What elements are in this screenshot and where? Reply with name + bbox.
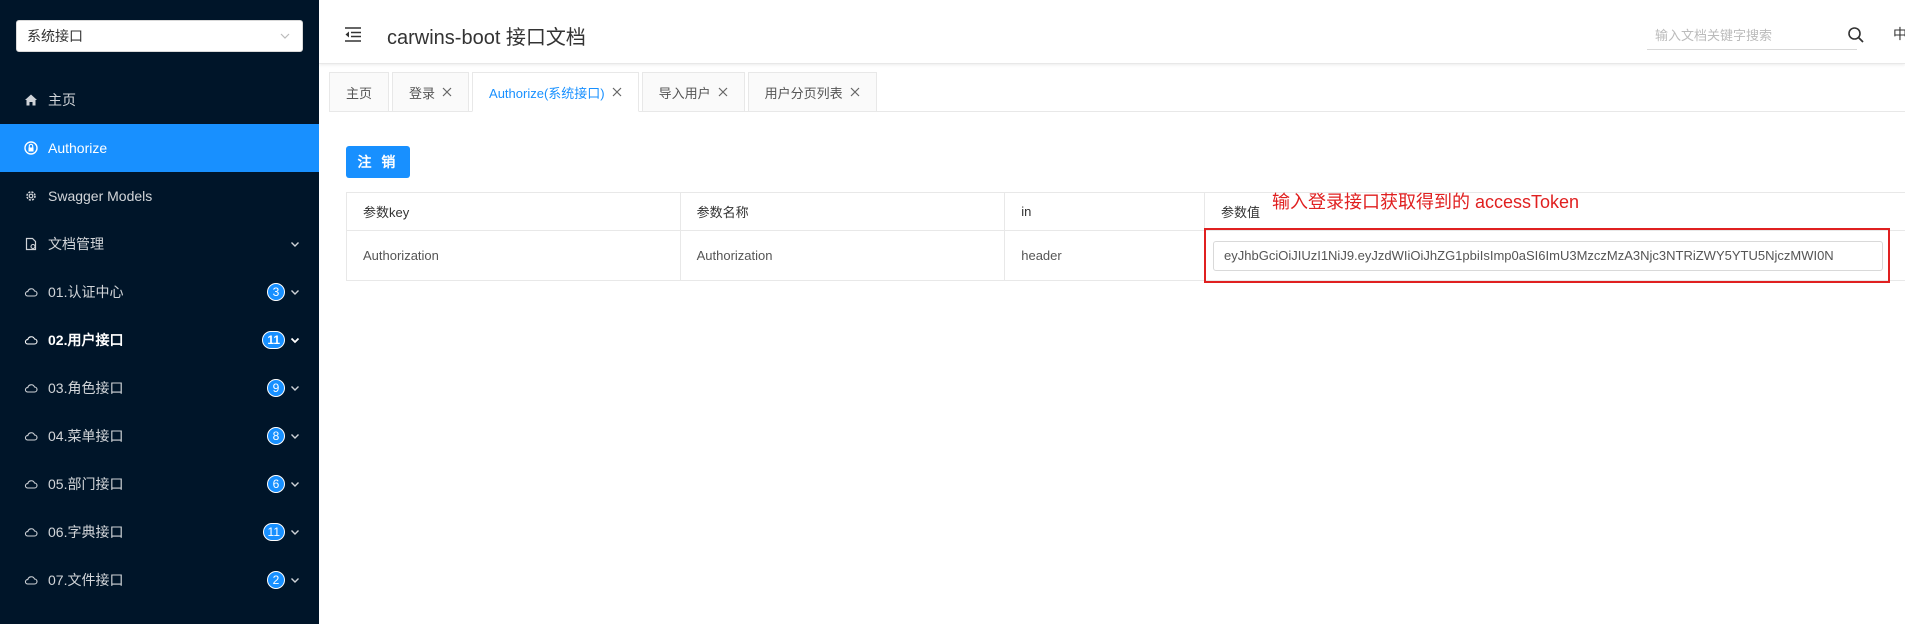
sidebar-item-label: 01.认证中心 <box>48 284 124 300</box>
tab-label: 登录 <box>409 85 436 101</box>
tab-home[interactable]: 主页 <box>329 72 390 112</box>
annotation-text: 输入登录接口获取得到的 accessToken <box>1272 192 1580 212</box>
sidebar-item-label: 文档管理 <box>48 236 104 252</box>
sidebar-item-label: 04.菜单接口 <box>48 428 124 444</box>
table-row: Authorization Authorization header <box>346 230 1905 281</box>
chevron-down-icon <box>291 290 299 295</box>
sidebar-item-label: 主页 <box>48 92 76 108</box>
chevron-down-icon <box>291 434 299 439</box>
sidebar-item-label: Swagger Models <box>48 188 153 204</box>
column-header: 参数key <box>346 192 681 231</box>
sidebar-item-home[interactable]: 主页 <box>0 76 319 124</box>
sidebar-item-swagger-models[interactable]: Swagger Models <box>0 172 319 220</box>
chevron-down-icon <box>291 386 299 391</box>
close-icon[interactable] <box>718 87 728 97</box>
sidebar-item-label: 06.字典接口 <box>48 524 124 540</box>
access-token-input[interactable] <box>1213 240 1884 271</box>
api-group-select[interactable]: 系统接口 <box>16 20 303 52</box>
count-badge: 9 <box>267 379 285 397</box>
sidebar-item-user-api[interactable]: 02.用户接口 11 <box>0 316 319 364</box>
sidebar-item-dept-api[interactable]: 05.部门接口 6 <box>0 460 319 508</box>
sidebar-item-label: 02.用户接口 <box>48 332 124 348</box>
sidebar-item-label: Authorize <box>48 140 108 156</box>
auth-params-table: 参数key 参数名称 in 参数值 Authorization Authoriz… <box>346 192 1905 281</box>
search-icon[interactable] <box>1847 26 1865 44</box>
tab-label: Authorize(系统接口) <box>489 85 605 101</box>
sidebar-item-role-api[interactable]: 03.角色接口 9 <box>0 364 319 412</box>
tab-user-page-list[interactable]: 用户分页列表 <box>747 72 877 112</box>
cloud-icon <box>24 429 38 443</box>
chevron-down-icon <box>291 530 299 535</box>
sidebar-item-auth-center[interactable]: 01.认证中心 3 <box>0 268 319 316</box>
param-value-cell <box>1204 230 1905 281</box>
cloud-icon <box>24 525 38 539</box>
menu-fold-icon[interactable] <box>343 24 363 44</box>
sidebar: 系统接口 主页 Authorize Swagger Models 文档管理 01… <box>0 0 319 624</box>
count-badge: 6 <box>267 475 285 493</box>
cloud-icon <box>24 573 38 587</box>
sidebar-item-authorize[interactable]: Authorize <box>0 124 319 172</box>
search-input[interactable] <box>1647 22 1857 50</box>
cloud-icon <box>24 381 38 395</box>
document-icon <box>24 237 38 251</box>
close-icon[interactable] <box>850 87 860 97</box>
table-header-row: 参数key 参数名称 in 参数值 <box>346 192 1905 231</box>
sidebar-item-dict-api[interactable]: 06.字典接口 11 <box>0 508 319 556</box>
count-badge: 2 <box>267 571 285 589</box>
sidebar-item-label: 03.角色接口 <box>48 380 124 396</box>
gear-icon <box>24 189 38 203</box>
column-header: 参数名称 <box>679 192 1006 231</box>
tab-label: 用户分页列表 <box>764 85 843 101</box>
tab-label: 主页 <box>346 85 373 101</box>
close-icon[interactable] <box>442 87 452 97</box>
home-icon <box>24 93 38 107</box>
count-badge: 11 <box>262 331 285 349</box>
tab-authorize[interactable]: Authorize(系统接口) <box>472 72 639 112</box>
tab-bar: 主页 登录 Authorize(系统接口) 导入用户 用户分页列表 <box>329 72 877 112</box>
chevron-down-icon <box>280 33 290 39</box>
tab-import-users[interactable]: 导入用户 <box>641 72 745 112</box>
chevron-down-icon <box>291 482 299 487</box>
language-switch[interactable]: 中 <box>1893 24 1905 44</box>
cloud-icon <box>24 333 38 347</box>
chevron-down-icon <box>290 337 300 344</box>
cloud-icon <box>24 477 38 491</box>
cloud-icon <box>24 285 38 299</box>
param-key-cell: Authorization <box>346 230 681 281</box>
api-group-select-value: 系统接口 <box>27 28 83 44</box>
lock-icon <box>24 141 38 155</box>
param-name-cell: Authorization <box>679 230 1006 281</box>
sidebar-item-label: 07.文件接口 <box>48 572 124 588</box>
param-in-cell: header <box>1004 230 1206 281</box>
logout-button[interactable]: 注 销 <box>346 146 410 178</box>
chevron-down-icon <box>291 242 299 247</box>
column-header: in <box>1004 192 1206 231</box>
sidebar-item-menu-api[interactable]: 04.菜单接口 8 <box>0 412 319 460</box>
sidebar-item-docs-management[interactable]: 文档管理 <box>0 220 319 268</box>
count-badge: 11 <box>262 523 285 541</box>
count-badge: 8 <box>267 427 285 445</box>
page-title: carwins-boot 接口文档 <box>387 27 586 49</box>
header: carwins-boot 接口文档 中 <box>319 0 1905 64</box>
count-badge: 3 <box>267 283 285 301</box>
sidebar-top: 系统接口 <box>0 0 319 76</box>
close-icon[interactable] <box>612 87 622 97</box>
sidebar-item-label: 05.部门接口 <box>48 476 124 492</box>
tab-label: 导入用户 <box>658 85 711 101</box>
chevron-down-icon <box>291 578 299 583</box>
sidebar-item-file-api[interactable]: 07.文件接口 2 <box>0 556 319 604</box>
tab-login[interactable]: 登录 <box>392 72 470 112</box>
